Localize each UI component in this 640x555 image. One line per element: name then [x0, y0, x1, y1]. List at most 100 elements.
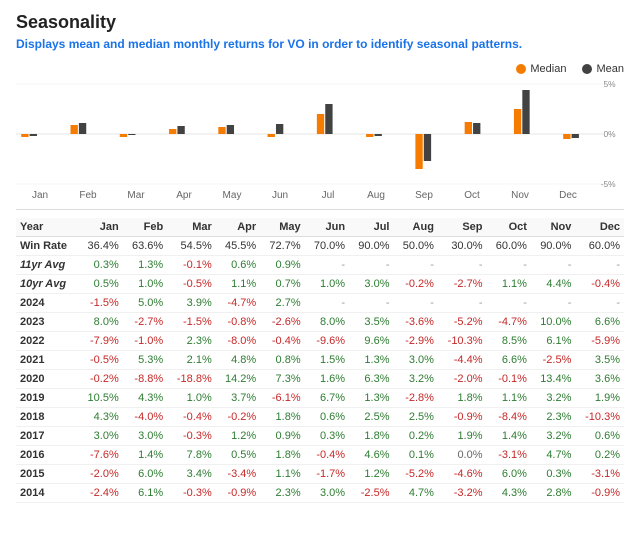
cell-value: 1.6% — [305, 370, 349, 389]
cell-value: 0.1% — [394, 446, 438, 465]
cell-value: 4.3% — [123, 389, 167, 408]
cell-value: -2.0% — [438, 370, 487, 389]
cell-value: 8.0% — [305, 313, 349, 332]
x-label-may: May — [208, 190, 256, 201]
cell-value: 0.6% — [305, 408, 349, 427]
cell-value: 2.8% — [531, 484, 575, 503]
cell-value: 6.7% — [305, 389, 349, 408]
cell-value: -1.7% — [305, 465, 349, 484]
cell-value: 4.3% — [487, 484, 531, 503]
cell-value: -1.0% — [123, 332, 167, 351]
cell-value: 10.5% — [78, 389, 122, 408]
cell-value: -5.2% — [438, 313, 487, 332]
subtitle: Displays mean and median monthly returns… — [16, 37, 624, 51]
cell-value: 3.2% — [531, 427, 575, 446]
cell-value: 4.4% — [531, 275, 575, 294]
cell-value: 0.3% — [305, 427, 349, 446]
table-row: Win Rate36.4%63.6%54.5%45.5%72.7%70.0%90… — [16, 237, 624, 256]
chart-legend: Median Mean — [16, 63, 624, 75]
cell-value: 14.2% — [216, 370, 260, 389]
cell-value: - — [575, 256, 624, 275]
cell-value: 10.0% — [531, 313, 575, 332]
cell-value: 70.0% — [305, 237, 349, 256]
cell-value: 4.7% — [531, 446, 575, 465]
cell-value: 1.3% — [349, 389, 393, 408]
cell-value: 1.1% — [487, 389, 531, 408]
cell-value: - — [394, 256, 438, 275]
x-label-jan: Jan — [16, 190, 64, 201]
table-row: 2021-0.5%5.3%2.1%4.8%0.8%1.5%1.3%3.0%-4.… — [16, 351, 624, 370]
x-label-nov: Nov — [496, 190, 544, 201]
table-row: 11yr Avg0.3%1.3%-0.1%0.6%0.9%------- — [16, 256, 624, 275]
cell-value: 1.1% — [487, 275, 531, 294]
cell-value: 1.1% — [260, 465, 304, 484]
subtitle-suffix: in order to identify seasonal patterns. — [305, 37, 522, 51]
cell-value: -1.5% — [167, 313, 216, 332]
cell-value: 6.1% — [531, 332, 575, 351]
cell-value: - — [305, 294, 349, 313]
cell-value: 6.6% — [575, 313, 624, 332]
cell-value: 2.7% — [260, 294, 304, 313]
legend-mean-label: Mean — [596, 63, 624, 75]
cell-value: - — [438, 294, 487, 313]
cell-value: - — [305, 256, 349, 275]
cell-value: 3.5% — [575, 351, 624, 370]
cell-value: 1.9% — [575, 389, 624, 408]
cell-value: 4.6% — [349, 446, 393, 465]
x-axis: Jan Feb Mar Apr May Jun Jul Aug Sep Oct … — [16, 190, 592, 201]
row-label: 2014 — [16, 484, 78, 503]
cell-value: 4.3% — [78, 408, 122, 427]
cell-value: 0.6% — [216, 256, 260, 275]
cell-value: -9.6% — [305, 332, 349, 351]
cell-value: 3.4% — [167, 465, 216, 484]
cell-value: -0.4% — [260, 332, 304, 351]
cell-value: 2.3% — [260, 484, 304, 503]
cell-value: 45.5% — [216, 237, 260, 256]
page-container: Seasonality Displays mean and median mon… — [0, 0, 640, 515]
legend-median: Median — [516, 63, 566, 75]
table-row: 20173.0%3.0%-0.3%1.2%0.9%0.3%1.8%0.2%1.9… — [16, 427, 624, 446]
table-header-row: Year Jan Feb Mar Apr May Jun Jul Aug Sep… — [16, 218, 624, 237]
page-title: Seasonality — [16, 12, 624, 33]
cell-value: -5.2% — [394, 465, 438, 484]
cell-value: 2.5% — [349, 408, 393, 427]
subtitle-prefix: Displays mean and median monthly returns… — [16, 37, 287, 51]
bar-chart: 5% 0% -5% — [16, 79, 624, 189]
table-row: 10yr Avg0.5%1.0%-0.5%1.1%0.7%1.0%3.0%-0.… — [16, 275, 624, 294]
col-header-feb: Feb — [123, 218, 167, 237]
col-header-apr: Apr — [216, 218, 260, 237]
cell-value: - — [575, 294, 624, 313]
ticker: VO — [287, 37, 304, 51]
legend-median-label: Median — [530, 63, 566, 75]
cell-value: 2.3% — [531, 408, 575, 427]
row-label: 2018 — [16, 408, 78, 427]
cell-value: - — [394, 294, 438, 313]
cell-value: 1.8% — [438, 389, 487, 408]
x-label-jun: Jun — [256, 190, 304, 201]
table-row: 201910.5%4.3%1.0%3.7%-6.1%6.7%1.3%-2.8%1… — [16, 389, 624, 408]
row-label: 2024 — [16, 294, 78, 313]
cell-value: 0.2% — [394, 427, 438, 446]
row-label: 2015 — [16, 465, 78, 484]
cell-value: -8.4% — [487, 408, 531, 427]
cell-value: 3.7% — [216, 389, 260, 408]
cell-value: -10.3% — [575, 408, 624, 427]
cell-value: 60.0% — [575, 237, 624, 256]
cell-value: -2.9% — [394, 332, 438, 351]
col-header-jan: Jan — [78, 218, 122, 237]
cell-value: 1.9% — [438, 427, 487, 446]
cell-value: 0.3% — [78, 256, 122, 275]
chart-area: 5% 0% -5% — [16, 79, 624, 201]
median-dot — [516, 64, 526, 74]
svg-text:0%: 0% — [603, 130, 615, 139]
cell-value: -4.4% — [438, 351, 487, 370]
mean-dot — [582, 64, 592, 74]
cell-value: 8.5% — [487, 332, 531, 351]
cell-value: 0.8% — [260, 351, 304, 370]
row-label: 2023 — [16, 313, 78, 332]
cell-value: -4.6% — [438, 465, 487, 484]
cell-value: -0.2% — [78, 370, 122, 389]
cell-value: -2.7% — [438, 275, 487, 294]
col-header-may: May — [260, 218, 304, 237]
cell-value: 30.0% — [438, 237, 487, 256]
